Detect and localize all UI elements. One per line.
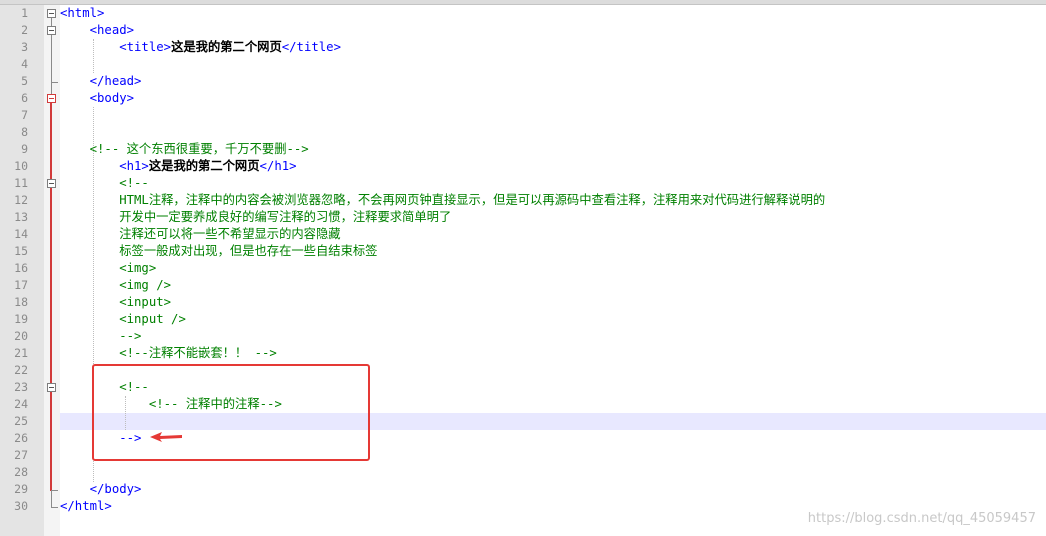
comment-token: <!--注释不能嵌套！！ --> (60, 346, 277, 360)
tag-token: </body> (60, 482, 142, 496)
code-line[interactable]: </body> (60, 481, 142, 498)
line-number: 19 (14, 312, 28, 326)
comment-token: <input> (60, 295, 172, 309)
code-line[interactable]: <img /> (60, 277, 171, 294)
code-line[interactable]: 开发中一定要养成良好的编写注释的习惯，注释要求简单明了 (60, 209, 451, 226)
code-line[interactable]: <html> (60, 5, 104, 22)
tag-token: </head> (60, 74, 142, 88)
comment-token: --> (60, 329, 142, 343)
tag-token: <head> (60, 23, 135, 37)
annotation-box (92, 364, 370, 461)
line-number: 15 (14, 244, 28, 258)
line-number: 16 (14, 261, 28, 275)
fold-end-marker (51, 507, 58, 508)
code-line[interactable]: <!-- (60, 175, 149, 192)
line-number: 21 (14, 346, 28, 360)
comment-token: 注释还可以将一些不希望显示的内容隐藏 (60, 227, 341, 241)
line-number: 8 (21, 125, 28, 139)
fold-end-marker (51, 490, 58, 491)
text-token: 这是我的第二个网页 (148, 159, 260, 173)
code-line[interactable]: <head> (60, 22, 134, 39)
comment-token: HTML注释，注释中的内容会被浏览器忽略，不会再网页钟直接显示，但是可以再源码中… (60, 193, 826, 207)
tag-token: <html> (60, 6, 105, 20)
comment-token: <!-- (60, 176, 149, 190)
code-editor[interactable]: 1 2 3 4 5 6 7 8 9 10 11 12 13 14 15 16 17 18 19 20 21 22 23 24 2… (0, 0, 1046, 536)
comment-token: 开发中一定要养成良好的编写注释的习惯，注释要求简单明了 (60, 210, 452, 224)
line-number: 25 (14, 414, 28, 428)
line-number: 1 (21, 6, 28, 20)
fold-toggle-icon[interactable] (47, 383, 56, 392)
line-number: 27 (14, 448, 28, 462)
tag-token: </h1> (259, 159, 297, 173)
line-number: 28 (14, 465, 28, 479)
watermark: https://blog.csdn.net/qq_45059457 (807, 511, 1036, 526)
comment-token: 标签一般成对出现，但是也存在一些自结束标签 (60, 244, 378, 258)
comment-token: <img> (60, 261, 157, 275)
code-line[interactable]: </html> (60, 498, 112, 515)
line-number: 29 (14, 482, 28, 496)
fold-end-marker (51, 82, 58, 83)
line-number: 14 (14, 227, 28, 241)
code-line[interactable]: <input> (60, 294, 171, 311)
code-line[interactable]: <input /> (60, 311, 186, 328)
comment-token: <input /> (60, 312, 186, 326)
line-number: 30 (14, 499, 28, 513)
red-arrow-icon (150, 432, 182, 442)
tag-token: </title> (281, 40, 341, 54)
line-number: 24 (14, 397, 28, 411)
code-line[interactable]: <!-- 这个东西很重要，千万不要删--> (60, 141, 309, 158)
tag-token: <title> (60, 40, 172, 54)
line-number: 9 (21, 142, 28, 156)
code-line[interactable]: <!--注释不能嵌套！！ --> (60, 345, 277, 362)
line-number: 2 (21, 23, 28, 37)
line-number: 18 (14, 295, 28, 309)
code-line[interactable]: <body> (60, 90, 134, 107)
fold-toggle-icon[interactable] (47, 26, 56, 35)
tag-token: <body> (60, 91, 135, 105)
line-number: 6 (21, 91, 28, 105)
line-number: 10 (14, 159, 28, 173)
text-token: 这是我的第二个网页 (171, 40, 282, 54)
code-line[interactable]: </head> (60, 73, 142, 90)
code-line[interactable]: <title>这是我的第二个网页</title> (60, 39, 341, 56)
line-number: 26 (14, 431, 28, 445)
tab-bar-edge (0, 0, 1046, 5)
line-number: 13 (14, 210, 28, 224)
fold-toggle-icon[interactable] (47, 94, 56, 103)
line-number: 20 (14, 329, 28, 343)
code-line[interactable]: <h1>这是我的第二个网页</h1> (60, 158, 297, 175)
fold-margin (44, 5, 60, 536)
code-line[interactable]: 注释还可以将一些不希望显示的内容隐藏 (60, 226, 341, 243)
fold-toggle-icon[interactable] (47, 179, 56, 188)
comment-token: <img /> (60, 278, 172, 292)
code-line[interactable]: <img> (60, 260, 156, 277)
line-number: 11 (14, 176, 28, 190)
fold-line-active (50, 103, 52, 491)
code-line[interactable]: HTML注释，注释中的内容会被浏览器忽略，不会再网页钟直接显示，但是可以再源码中… (60, 192, 825, 209)
code-line[interactable]: --> (60, 328, 141, 345)
tag-token: <h1> (60, 159, 149, 173)
fold-line (51, 35, 52, 83)
line-number: 22 (14, 363, 28, 377)
line-number: 5 (21, 74, 28, 88)
line-number: 3 (21, 40, 28, 54)
comment-token: <!-- 这个东西很重要，千万不要删--> (60, 142, 309, 156)
line-number: 12 (14, 193, 28, 207)
fold-toggle-icon[interactable] (47, 9, 56, 18)
code-line[interactable]: 标签一般成对出现，但是也存在一些自结束标签 (60, 243, 377, 260)
line-number: 4 (21, 57, 28, 71)
tag-token: </html> (60, 499, 112, 513)
line-number: 17 (14, 278, 28, 292)
line-number: 23 (14, 380, 28, 394)
line-number: 7 (21, 108, 28, 122)
